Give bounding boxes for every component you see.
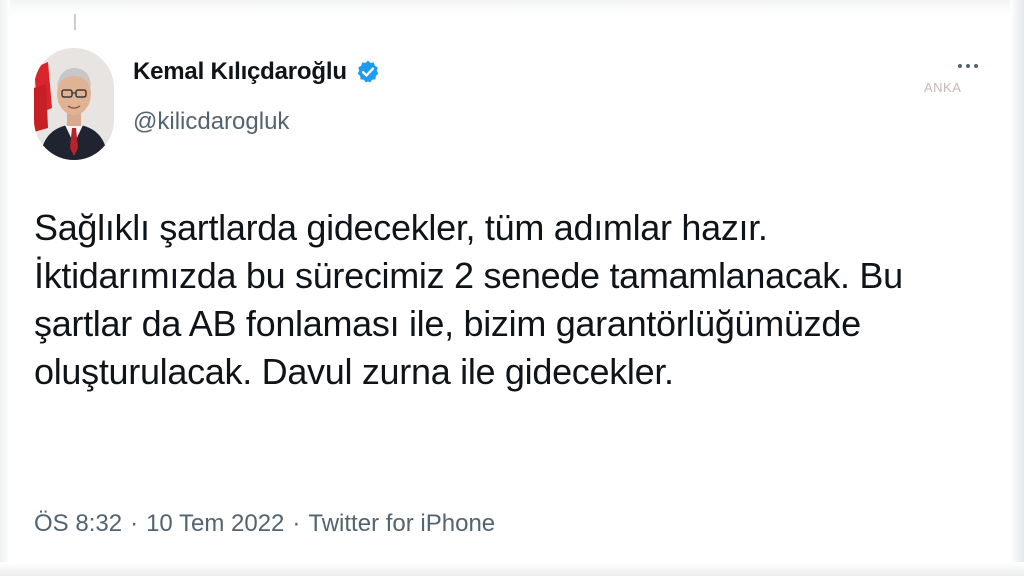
more-dot: [958, 64, 962, 68]
tweet-screenshot: Kemal Kılıçdaroğlu @kilicdarogluk ANKA S…: [0, 0, 1024, 576]
tweet-text: Sağlıklı şartlarda gidecekler, tüm adıml…: [34, 207, 903, 392]
more-dot: [966, 64, 970, 68]
author-handle[interactable]: @kilicdarogluk: [133, 108, 289, 136]
tweet-date[interactable]: 10 Tem 2022: [146, 510, 284, 538]
top-border: [0, 0, 1024, 16]
verified-badge-icon: [355, 59, 381, 85]
tweet-metadata: ÖS 8:32 · 10 Tem 2022 · Twitter for iPho…: [34, 510, 495, 538]
more-horizontal-icon[interactable]: [958, 64, 978, 68]
left-border: [0, 0, 10, 576]
bottom-border: [0, 562, 1024, 576]
watermark-logo: ANKA: [924, 80, 962, 95]
author-avatar[interactable]: [34, 48, 114, 160]
right-border: [1010, 0, 1024, 576]
tweet-time[interactable]: ÖS 8:32: [34, 510, 122, 538]
author-name-row[interactable]: Kemal Kılıçdaroğlu: [133, 58, 381, 86]
meta-separator: ·: [292, 510, 301, 537]
more-dot: [974, 64, 978, 68]
tweet-source[interactable]: Twitter for iPhone: [308, 510, 495, 538]
meta-separator: ·: [130, 510, 139, 537]
top-divider-tick: [74, 14, 76, 30]
author-display-name[interactable]: Kemal Kılıçdaroğlu: [133, 58, 347, 86]
